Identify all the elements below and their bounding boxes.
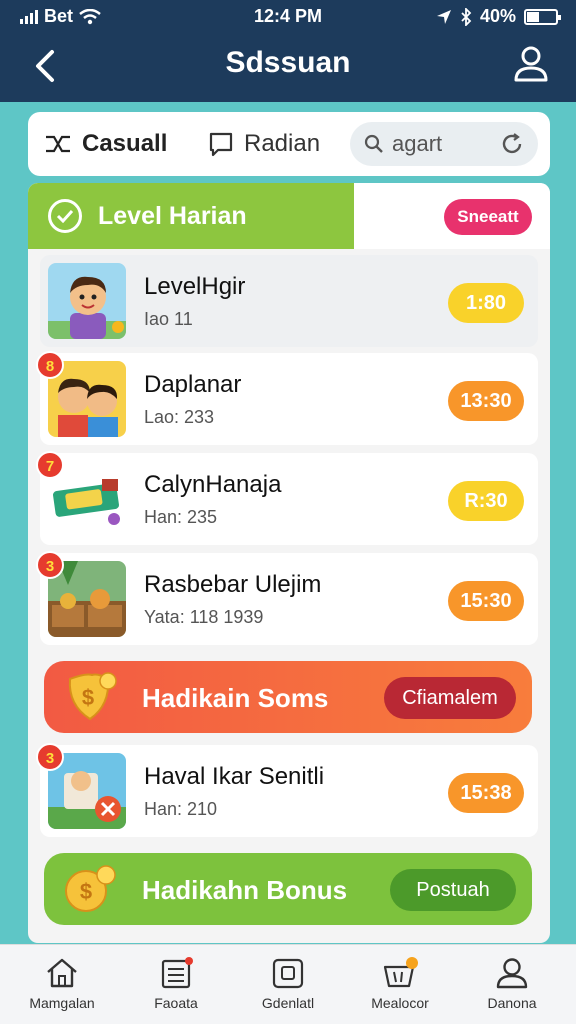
filter-casual[interactable]: Casuall bbox=[44, 130, 167, 158]
clock: 12:4 PM bbox=[253, 6, 323, 26]
game-time-pill[interactable]: 13:30 bbox=[448, 381, 524, 421]
game-title: Daplanar bbox=[144, 371, 242, 398]
nav-label: Faoata bbox=[154, 995, 198, 1011]
nav-label: Mamgalan bbox=[29, 995, 95, 1011]
nav-label: Mealocor bbox=[371, 995, 429, 1011]
level-header: Level Harian Sneeatt bbox=[28, 183, 550, 249]
search-placeholder: agart bbox=[392, 131, 443, 156]
game-subtitle: Lao: 233 bbox=[144, 407, 215, 427]
coin-icon: $ bbox=[65, 865, 116, 912]
game-row[interactable]: 8 Daplanar Lao: 233 13:30 bbox=[36, 351, 538, 445]
top-bar: Bet 12:4 PM 40% Sdssuan bbox=[0, 0, 576, 102]
game-subtitle: Han: 210 bbox=[144, 799, 218, 819]
shuffle-icon bbox=[46, 135, 70, 153]
location-icon bbox=[436, 9, 451, 24]
game-row[interactable]: 3 Rasbebar Ulejim Yata: 118 1939 15:30 bbox=[36, 551, 538, 645]
battery-percent: 40% bbox=[479, 6, 516, 26]
nav-label: Gdenlatl bbox=[261, 995, 315, 1011]
level-banner: Level Harian bbox=[28, 183, 354, 249]
game-time-pill[interactable]: 15:30 bbox=[448, 581, 524, 621]
nav-list[interactable]: Faoata bbox=[126, 957, 226, 1011]
svg-text:$: $ bbox=[80, 879, 92, 904]
games-panel: Level Harian Sneeatt LevelHgir Iao 11 1:… bbox=[28, 183, 550, 943]
bonus-banner[interactable]: $ Hadikahn Bonus Postuah bbox=[44, 853, 532, 925]
nav-label: Danona bbox=[487, 995, 537, 1011]
bonus-claim-button[interactable]: Postuah bbox=[390, 869, 516, 911]
coin-shield-icon: $ bbox=[68, 672, 117, 721]
game-badge: 3 bbox=[36, 743, 64, 771]
battery-icon bbox=[524, 8, 561, 25]
nav-tablet[interactable]: Gdenlatl bbox=[238, 957, 338, 1011]
game-subtitle: Iao 11 bbox=[144, 309, 193, 329]
search-icon bbox=[364, 134, 383, 153]
level-title: Level Harian bbox=[98, 201, 247, 230]
game-time-pill[interactable]: 15:38 bbox=[448, 773, 524, 813]
game-subtitle: Yata: 118 1939 bbox=[144, 607, 264, 627]
profile-icon bbox=[496, 958, 528, 989]
level-action-button[interactable]: Sneeatt bbox=[444, 199, 532, 235]
refresh-icon[interactable] bbox=[500, 132, 524, 156]
game-title: Haval Ikar Senitli bbox=[144, 763, 325, 790]
bottom-navigation: Mamgalan Faoata Gdenlatl Mealocor Danona bbox=[0, 944, 576, 1024]
game-subtitle: Han: 235 bbox=[144, 507, 218, 527]
page-title: Sdssuan bbox=[225, 46, 351, 79]
user-profile-button[interactable] bbox=[512, 44, 550, 84]
filter-bar: Casuall Radian agart bbox=[28, 112, 550, 176]
basket-icon bbox=[383, 957, 418, 988]
game-row[interactable]: LevelHgir Iao 11 1:80 bbox=[40, 255, 538, 347]
game-badge: 7 bbox=[36, 451, 64, 479]
bonus-title: Hadikain Soms bbox=[142, 683, 329, 713]
bonus-title: Hadikahn Bonus bbox=[142, 875, 348, 905]
home-icon bbox=[47, 958, 77, 988]
game-title: LevelHgir bbox=[144, 273, 246, 300]
bluetooth-icon bbox=[461, 7, 472, 26]
game-title: Rasbebar Ulejim bbox=[144, 571, 322, 598]
filter-radian[interactable]: Radian bbox=[208, 130, 320, 158]
svg-text:$: $ bbox=[82, 685, 94, 710]
check-icon bbox=[48, 199, 82, 233]
game-row[interactable]: 7 CalynHanaja Han: 235 R:30 bbox=[36, 451, 538, 545]
game-badge: 8 bbox=[36, 351, 64, 379]
list-icon bbox=[161, 957, 193, 989]
nav-basket[interactable]: Mealocor bbox=[350, 957, 450, 1011]
bonus-claim-button[interactable]: Cfiamalem bbox=[384, 677, 516, 719]
filter-radian-label: Radian bbox=[244, 130, 321, 157]
game-row[interactable]: 3 Haval Ikar Senitli Han: 210 15:38 bbox=[36, 743, 538, 837]
nav-profile[interactable]: Danona bbox=[462, 957, 562, 1011]
game-badge: 3 bbox=[36, 551, 64, 579]
status-bar: Bet 12:4 PM 40% bbox=[0, 0, 576, 34]
bonus-banner[interactable]: $ Hadikain Soms Cfiamalem bbox=[44, 661, 532, 733]
filter-casual-label: Casuall bbox=[82, 130, 168, 157]
game-title: CalynHanaja bbox=[144, 471, 282, 498]
nav-home[interactable]: Mamgalan bbox=[12, 957, 112, 1011]
chat-square-icon bbox=[209, 132, 233, 157]
game-time-pill[interactable]: R:30 bbox=[448, 481, 524, 521]
search-input[interactable]: agart bbox=[350, 122, 538, 166]
game-thumbnail bbox=[48, 263, 126, 339]
tablet-icon bbox=[272, 958, 304, 989]
game-time-pill[interactable]: 1:80 bbox=[448, 283, 524, 323]
